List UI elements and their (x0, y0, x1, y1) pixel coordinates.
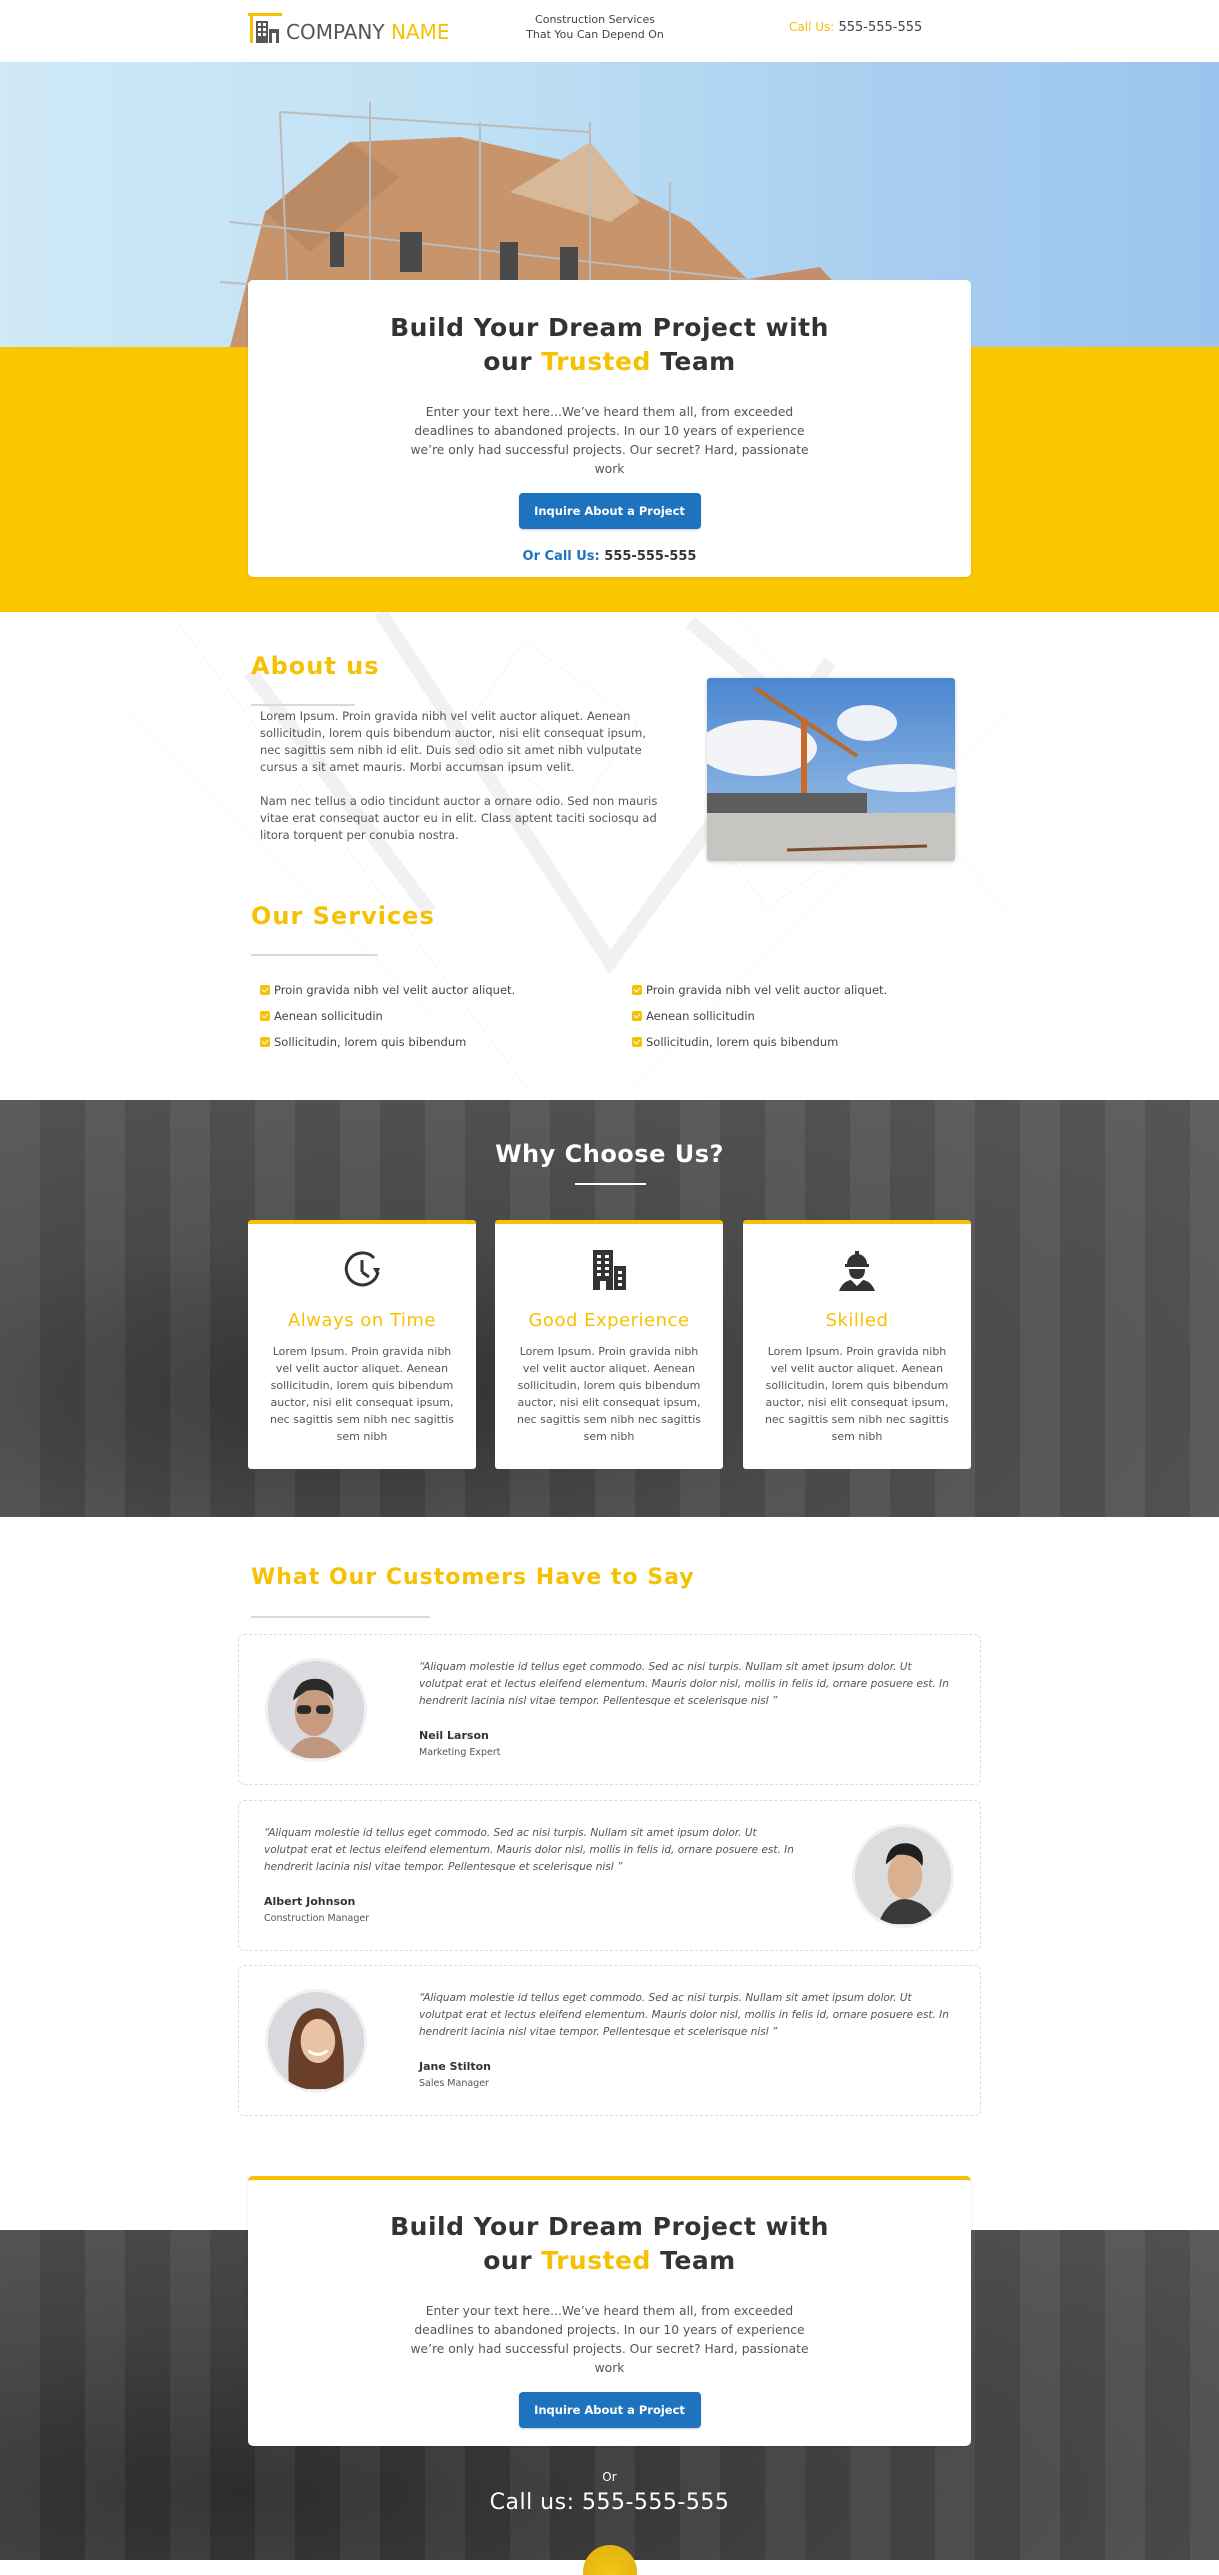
about-paragraph-1: Lorem Ipsum. Proin gravida nibh vel veli… (260, 709, 647, 774)
clock-icon (344, 1251, 380, 1287)
cta-title: Build Your Dream Project with our Truste… (248, 2210, 971, 2278)
avatar (852, 1824, 954, 1928)
footer-or: Or (602, 2470, 617, 2484)
feature-title: Skilled (825, 1310, 889, 1331)
why-choose-us-section: Why Choose Us? Always on Time Lorem Ipsu… (0, 1100, 1219, 1517)
avatar (265, 1658, 367, 1762)
testimonial-card: “Aliquam molestie id tellus eget commodo… (238, 1965, 981, 2116)
about-text: Lorem Ipsum. Proin gravida nibh vel veli… (260, 708, 660, 844)
feature-title: Always on Time (287, 1310, 436, 1331)
services-column-2: Proin gravida nibh vel velit auctor aliq… (632, 977, 887, 1055)
about-paragraph-2: Nam nec tellus a odio tincidunt auctor a… (260, 794, 658, 842)
checkbox-icon (260, 1037, 270, 1047)
why-title-divider (575, 1183, 646, 1185)
testimonial-quote: “Aliquam molestie id tellus eget commodo… (419, 1661, 949, 1707)
tagline-line1: Construction Services (535, 13, 655, 26)
testimonial-role: Marketing Expert (419, 1747, 501, 1758)
checkbox-icon (632, 1011, 642, 1021)
service-label: Sollicitudin, lorem quis bibendum (274, 1035, 467, 1049)
feature-card-experience: Good Experience Lorem Ipsum. Proin gravi… (495, 1220, 723, 1469)
feature-card-skilled: Skilled Lorem Ipsum. Proin gravida nibh … (743, 1220, 971, 1469)
testimonial-role: Construction Manager (264, 1913, 370, 1924)
feature-card-on-time: Always on Time Lorem Ipsum. Proin gravid… (248, 1220, 476, 1469)
feature-text: Lorem Ipsum. Proin gravida nibh vel veli… (269, 1345, 455, 1443)
testimonial-name: Jane Stilton (419, 2060, 492, 2073)
service-item: Sollicitudin, lorem quis bibendum (632, 1029, 887, 1055)
hero-card: Build Your Dream Project with our Truste… (248, 280, 971, 577)
service-label: Aenean sollicitudin (274, 1009, 383, 1023)
testimonials-title: What Our Customers Have to Say (251, 1565, 695, 1590)
avatar (265, 1989, 367, 2093)
testimonial-card: “Aliquam molestie id tellus eget commodo… (238, 1634, 981, 1785)
feature-text: Lorem Ipsum. Proin gravida nibh vel veli… (516, 1345, 702, 1443)
footer-call-number[interactable]: Call us: 555-555-555 (0, 2490, 1219, 2515)
testimonial-quote: “Aliquam molestie id tellus eget commodo… (419, 1992, 949, 2038)
hero-title: Build Your Dream Project with our Truste… (248, 311, 971, 379)
feature-title: Good Experience (528, 1310, 690, 1331)
header-tagline: Construction Services That You Can Depen… (505, 12, 685, 42)
hero-call-number[interactable]: 555-555-555 (604, 549, 696, 564)
services-column-1: Proin gravida nibh vel velit auctor aliq… (260, 977, 515, 1055)
about-title: About us (251, 652, 380, 680)
service-item: Aenean sollicitudin (260, 1003, 515, 1029)
worker-icon (839, 1251, 875, 1291)
company-name: COMPANY NAME (286, 21, 450, 43)
header-call-label: Call Us: (789, 20, 835, 34)
service-label: Proin gravida nibh vel velit auctor aliq… (646, 983, 888, 997)
hero-call-label: Or Call Us: (522, 549, 600, 564)
about-title-divider (251, 704, 355, 706)
testimonial-role: Sales Manager (419, 2078, 489, 2089)
service-label: Sollicitudin, lorem quis bibendum (646, 1035, 839, 1049)
testimonial-quote: “Aliquam molestie id tellus eget commodo… (264, 1827, 794, 1873)
service-label: Proin gravida nibh vel velit auctor aliq… (274, 983, 516, 997)
testimonials-title-divider (251, 1616, 430, 1618)
testimonial-name: Albert Johnson (264, 1895, 356, 1908)
service-label: Aenean sollicitudin (646, 1009, 755, 1023)
construction-crane-image (707, 678, 955, 861)
header-call-number[interactable]: 555-555-555 (838, 20, 922, 35)
cta-title-pre: our (483, 2246, 533, 2275)
cta-card: Build Your Dream Project with our Truste… (248, 2176, 971, 2446)
about-services-section: About us Lorem Ipsum. Proin gravida nibh… (0, 612, 1219, 1100)
cta-inquire-project-button[interactable]: Inquire About a Project (518, 2392, 701, 2428)
cta-title-highlight: Trusted (541, 2246, 651, 2275)
checkbox-icon (260, 1011, 270, 1021)
checkbox-icon (632, 1037, 642, 1047)
testimonial-card: “Aliquam molestie id tellus eget commodo… (238, 1800, 981, 1951)
service-item: Sollicitudin, lorem quis bibendum (260, 1029, 515, 1055)
cta-description: Enter your text here...We’ve heard them … (410, 2304, 809, 2375)
hero-description: Enter your text here...We’ve heard them … (410, 405, 809, 476)
header-phone[interactable]: Call Us: 555-555-555 (789, 20, 922, 35)
service-item: Aenean sollicitudin (632, 1003, 887, 1029)
building-icon (593, 1250, 626, 1290)
company-name-part1: COMPANY (286, 20, 385, 44)
service-item: Proin gravida nibh vel velit auctor aliq… (260, 977, 515, 1003)
testimonial-name: Neil Larson (419, 1729, 489, 1742)
hero-call[interactable]: Or Call Us: 555-555-555 (248, 549, 971, 564)
checkbox-icon (260, 985, 270, 995)
feature-text: Lorem Ipsum. Proin gravida nibh vel veli… (764, 1345, 950, 1443)
site-header: COMPANY NAME Construction Services That … (0, 0, 1219, 62)
inquire-project-button[interactable]: Inquire About a Project (518, 493, 701, 529)
tagline-line2: That You Can Depend On (526, 28, 664, 41)
company-logo[interactable]: COMPANY NAME (248, 13, 450, 43)
hero-title-pre: our (483, 347, 533, 376)
hero-title-highlight: Trusted (541, 347, 651, 376)
services-title-divider (251, 954, 378, 956)
cta-title-line1: Build Your Dream Project with (390, 2212, 829, 2241)
service-item: Proin gravida nibh vel velit auctor aliq… (632, 977, 887, 1003)
checkbox-icon (632, 985, 642, 995)
cta-title-post: Team (660, 2246, 736, 2275)
hero-title-line1: Build Your Dream Project with (390, 313, 829, 342)
building-crane-logo-icon (248, 13, 282, 43)
hero-title-post: Team (660, 347, 736, 376)
why-title: Why Choose Us? (495, 1140, 724, 1168)
services-title: Our Services (251, 902, 435, 930)
company-name-part2: NAME (390, 20, 450, 44)
